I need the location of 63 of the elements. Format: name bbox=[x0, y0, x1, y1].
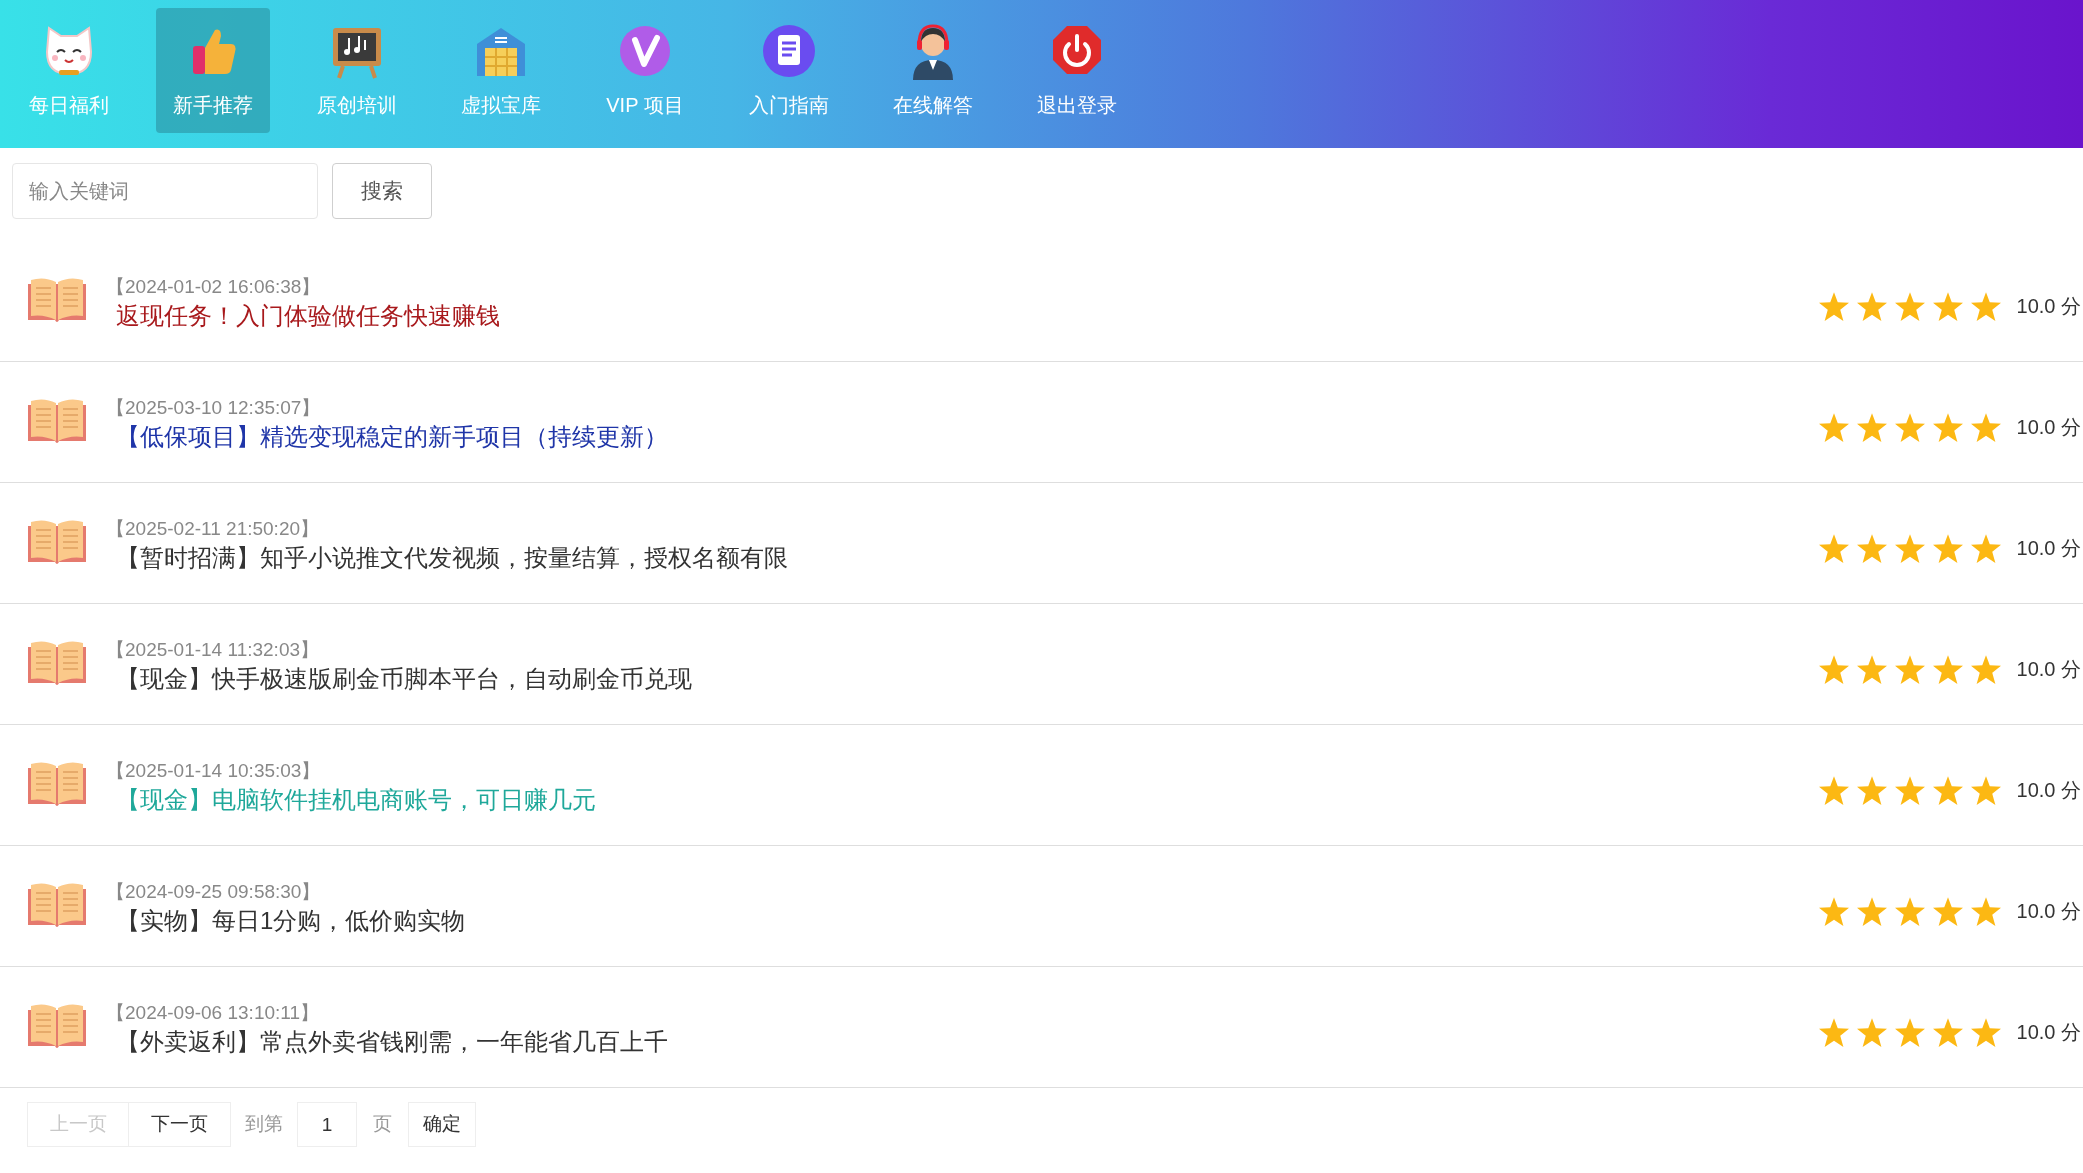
goto-label: 到第 bbox=[245, 1112, 283, 1137]
star-icon bbox=[1932, 291, 1963, 321]
post-date: 【2024-09-06 13:10:11】 bbox=[106, 1001, 321, 1025]
score: 10.0 分 bbox=[2016, 415, 2082, 440]
confirm-button[interactable]: 确定 bbox=[408, 1102, 476, 1147]
star-icon bbox=[1894, 412, 1925, 442]
star-icon bbox=[1818, 291, 1849, 321]
post-title-link[interactable]: 【外卖返利】常点外卖省钱刚需，一年能省几百上千 bbox=[116, 1026, 668, 1058]
star-icon bbox=[1932, 533, 1963, 563]
star-icon bbox=[1970, 291, 2001, 321]
post-date: 【2024-01-02 16:06:38】 bbox=[106, 275, 322, 299]
score: 10.0 分 bbox=[2016, 536, 2082, 561]
star-icon bbox=[1894, 533, 1925, 563]
search-field[interactable]: 输入关键词 bbox=[12, 163, 318, 219]
star-icon bbox=[1818, 412, 1849, 442]
star-icon bbox=[1970, 412, 2001, 442]
star-icon bbox=[1970, 1017, 2001, 1047]
star-icon bbox=[1856, 654, 1887, 684]
post-title-link[interactable]: 返现任务！入门体验做任务快速赚钱 bbox=[116, 300, 500, 332]
star-icon bbox=[1970, 775, 2001, 805]
post-title-link[interactable]: 【现金】快手极速版刷金币脚本平台，自动刷金币兑现 bbox=[116, 663, 692, 695]
score: 10.0 分 bbox=[2016, 657, 2082, 682]
star-icon bbox=[1818, 654, 1849, 684]
post-date: 【2025-03-10 12:35:07】 bbox=[106, 396, 322, 420]
star-icon bbox=[1932, 1017, 1963, 1047]
post-title-link[interactable]: 【低保项目】精选变现稳定的新手项目（持续更新） bbox=[116, 421, 668, 453]
star-icon bbox=[1894, 896, 1925, 926]
star-icon bbox=[1932, 412, 1963, 442]
star-icon bbox=[1932, 896, 1963, 926]
star-icon bbox=[1818, 533, 1849, 563]
star-icon bbox=[1970, 654, 2001, 684]
star-icon bbox=[1856, 533, 1887, 563]
post-date: 【2025-01-14 11:32:03】 bbox=[106, 638, 321, 662]
score: 10.0 分 bbox=[2016, 778, 2082, 803]
post-title-link[interactable]: 【暂时招满】知乎小说推文代发视频，按量结算，授权名额有限 bbox=[116, 542, 788, 574]
star-icon bbox=[1818, 775, 1849, 805]
star-icon bbox=[1818, 1017, 1849, 1047]
score: 10.0 分 bbox=[2016, 1020, 2082, 1045]
post-date: 【2025-02-11 21:50:20】 bbox=[106, 517, 321, 541]
star-icon bbox=[1856, 775, 1887, 805]
star-icon bbox=[1818, 896, 1849, 926]
post-date: 【2025-01-14 10:35:03】 bbox=[106, 759, 322, 783]
document-icon bbox=[761, 22, 817, 80]
star-icon bbox=[1856, 896, 1887, 926]
search-button[interactable]: 搜索 bbox=[332, 163, 432, 219]
star-icon bbox=[1932, 775, 1963, 805]
score: 10.0 分 bbox=[2016, 899, 2082, 924]
star-icon bbox=[1894, 775, 1925, 805]
star-icon bbox=[1856, 1017, 1887, 1047]
score: 10.0 分 bbox=[2016, 294, 2082, 319]
star-icon bbox=[1932, 654, 1963, 684]
post-title-link[interactable]: 【实物】每日1分购，低价购实物 bbox=[116, 905, 466, 937]
star-icon bbox=[1894, 1017, 1925, 1047]
page-suffix: 页 bbox=[373, 1112, 392, 1137]
star-icon bbox=[1970, 533, 2001, 563]
page-number-field[interactable]: 1 bbox=[297, 1102, 357, 1147]
star-icon bbox=[1970, 896, 2001, 926]
star-icon bbox=[1856, 291, 1887, 321]
next-page-button[interactable]: 下一页 bbox=[129, 1102, 231, 1147]
star-icon bbox=[1894, 654, 1925, 684]
post-date: 【2024-09-25 09:58:30】 bbox=[106, 880, 322, 904]
star-icon bbox=[1894, 291, 1925, 321]
star-icon bbox=[1856, 412, 1887, 442]
